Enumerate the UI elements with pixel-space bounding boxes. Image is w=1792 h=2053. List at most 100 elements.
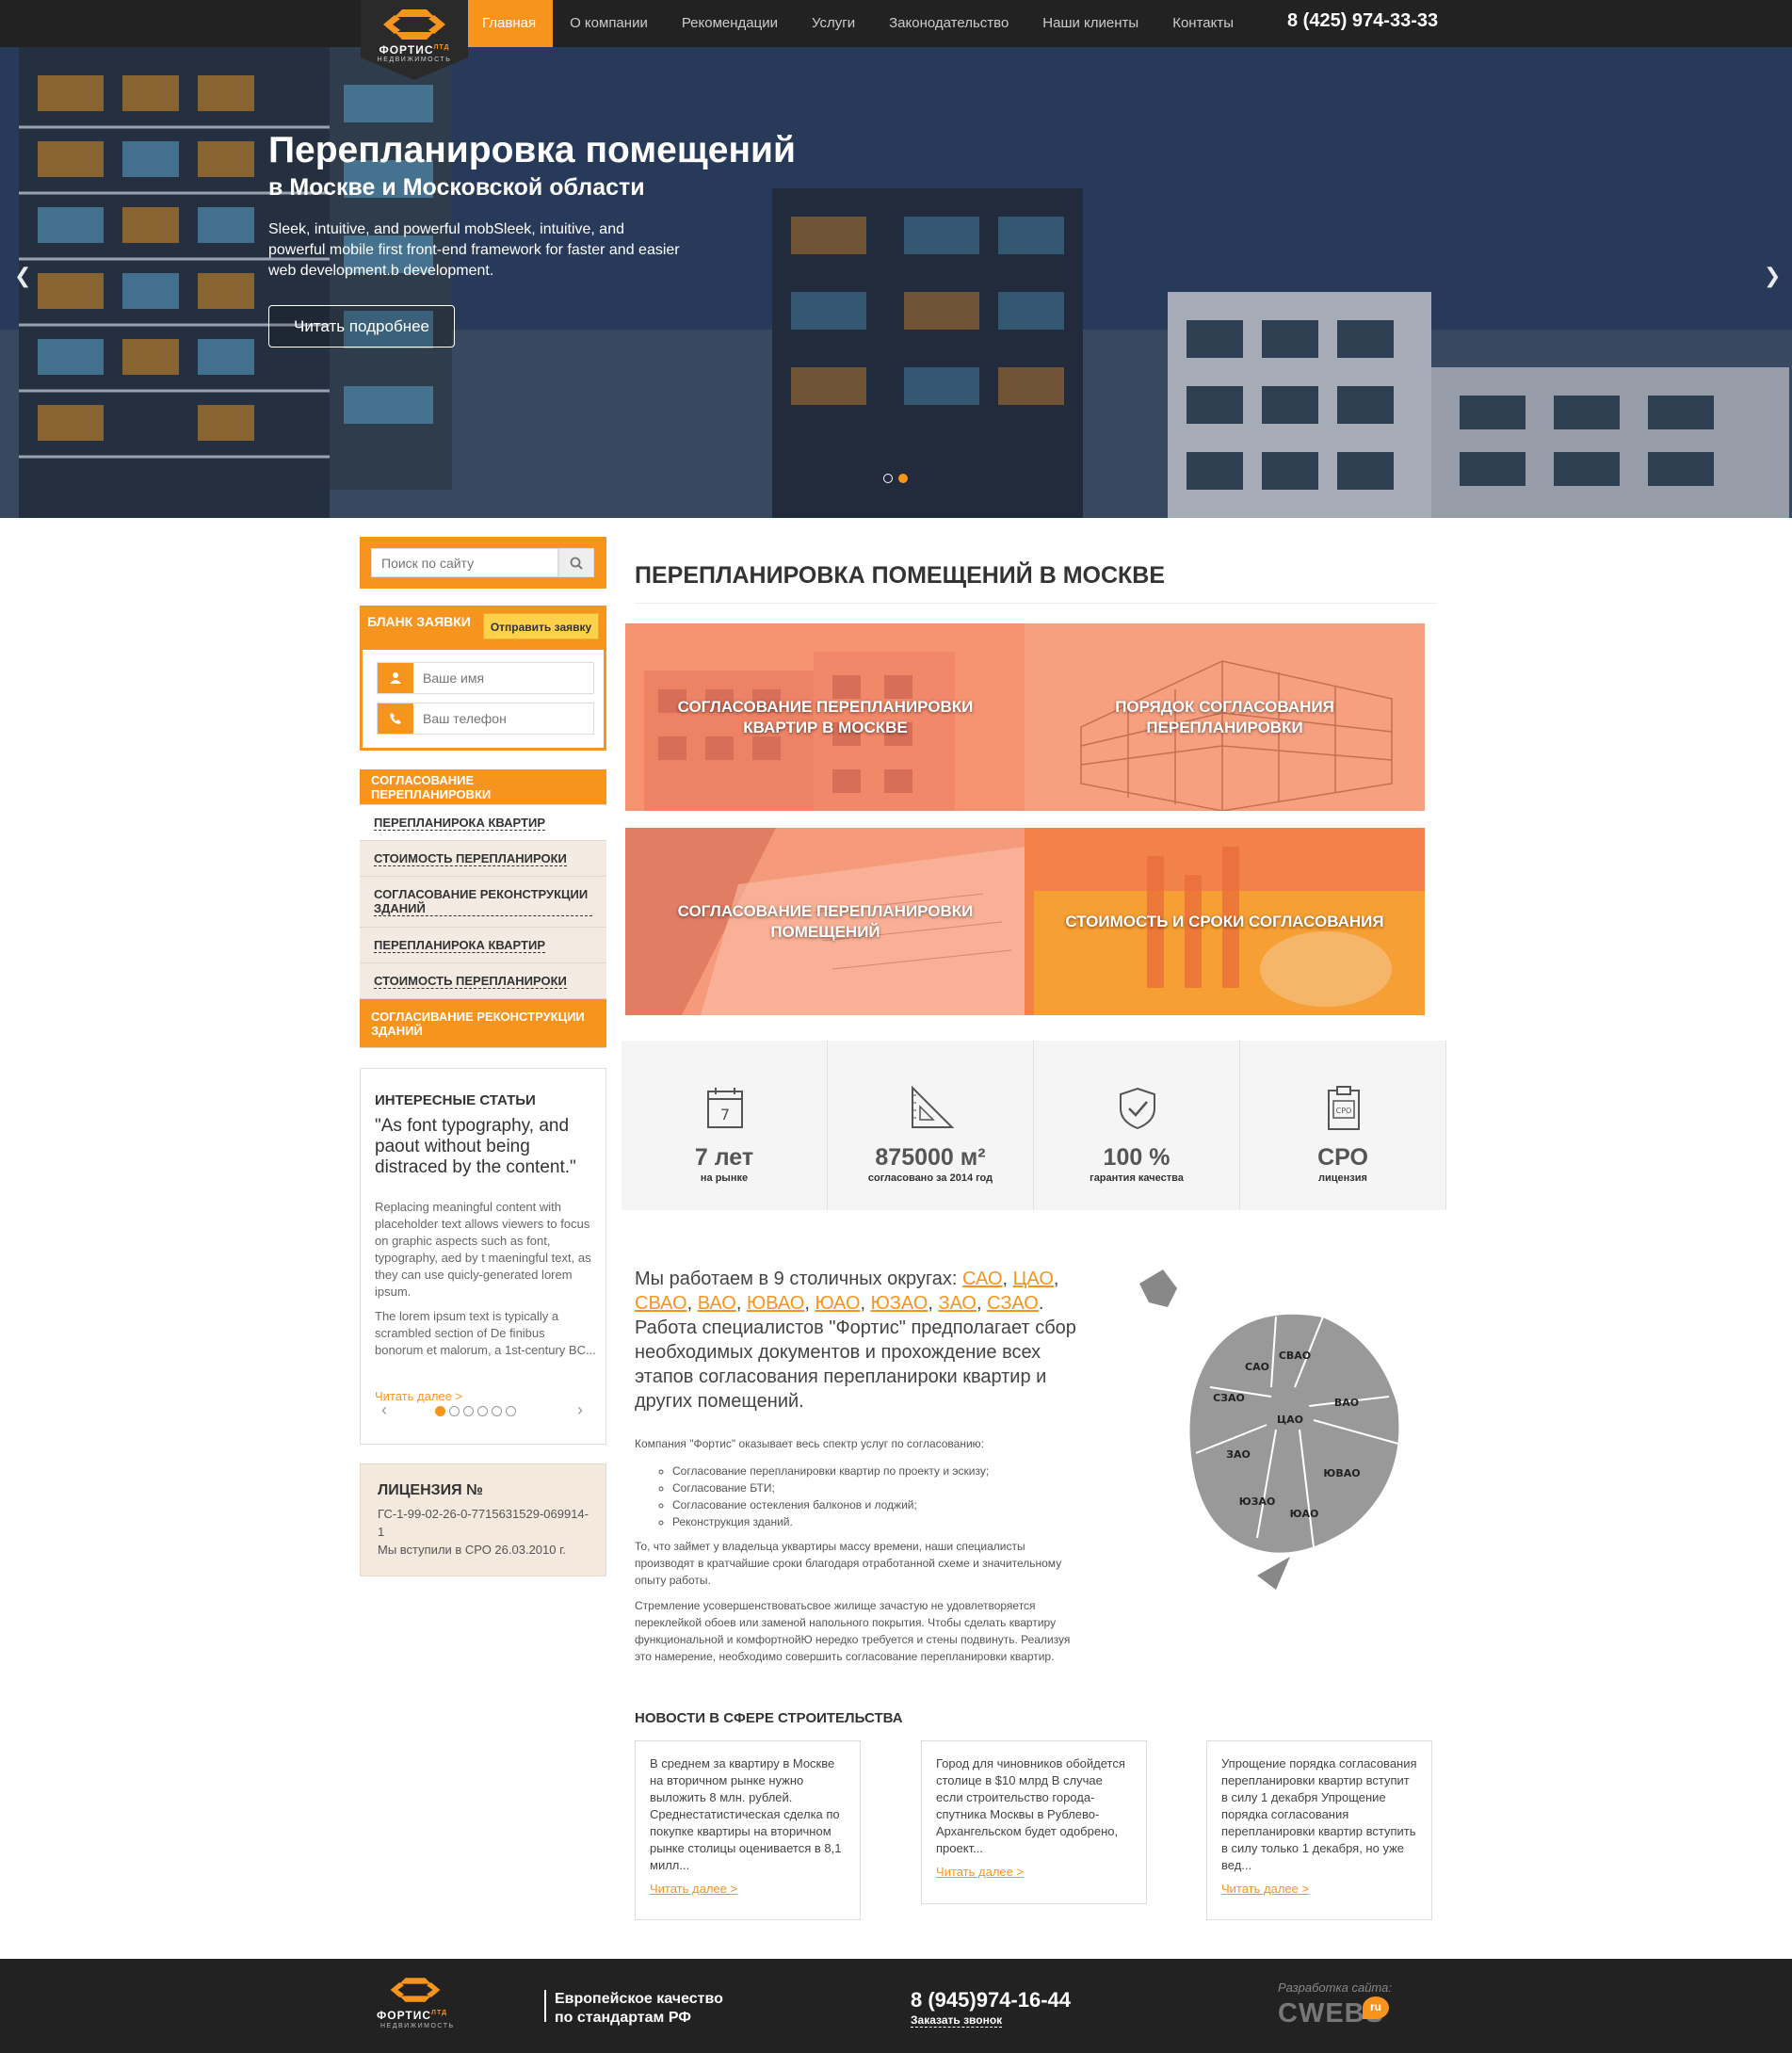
- svg-text:СРО: СРО: [1336, 1107, 1352, 1115]
- district-link[interactable]: ВАО: [698, 1293, 736, 1314]
- district-link[interactable]: СЗАО: [987, 1293, 1039, 1314]
- name-input[interactable]: [413, 663, 593, 693]
- search-icon: [570, 557, 583, 570]
- logo-mark-icon: [383, 9, 445, 40]
- map-label-yuvao: ЮВАО: [1323, 1467, 1360, 1479]
- district-link[interactable]: СВАО: [635, 1293, 687, 1314]
- prev-article-icon[interactable]: ‹: [381, 1400, 387, 1420]
- list-item: Согласование остекления балконов и лоджи…: [672, 1496, 989, 1513]
- search-input[interactable]: [371, 548, 558, 577]
- footer-logo-subtitle: НЕДВИЖИМОСТЬ: [380, 2023, 455, 2029]
- stat-license: СРО СРО лицензия: [1240, 1041, 1446, 1210]
- district-link[interactable]: ЮЗАО: [871, 1293, 928, 1314]
- order-form: БЛАНК ЗАЯВКИ Отправить заявку: [360, 606, 606, 751]
- slider-dot-active[interactable]: [898, 474, 908, 483]
- list-item: Согласование БТИ;: [672, 1479, 989, 1496]
- map-label-zao: ЗАО: [1226, 1448, 1251, 1461]
- article-dot[interactable]: [477, 1406, 488, 1416]
- svg-text:7: 7: [720, 1106, 730, 1123]
- news-text: Упрощение порядка согласования переплани…: [1221, 1756, 1417, 1872]
- article-dot[interactable]: [506, 1406, 516, 1416]
- news-read-more-link[interactable]: Читать далее >: [936, 1865, 1024, 1879]
- tile-label: СОГЛАСОВАНИЕ ПЕРЕПЛАНИРОВКИ ПОМЕЩЕНИЙ: [677, 901, 974, 941]
- news-card: Упрощение порядка согласования переплани…: [1206, 1740, 1432, 1920]
- map-label-svao: СВАО: [1279, 1350, 1311, 1362]
- articles-title: ИНТЕРЕСНЫЕ СТАТЬИ: [375, 1092, 536, 1108]
- phone-input[interactable]: [413, 703, 593, 734]
- tile-label: СТОИМОСТЬ И СРОКИ СОГЛАСОВАНИЯ: [1065, 912, 1384, 930]
- district-link[interactable]: ЮВАО: [747, 1293, 804, 1314]
- footer: ФОРТИСЛТД НЕДВИЖИМОСТЬ Европейское качес…: [0, 1959, 1792, 2053]
- district-link[interactable]: ЦАО: [1013, 1269, 1054, 1289]
- sidebar-item-apartment-replanning-2[interactable]: ПЕРЕПЛАНИРОКА КВАРТИР: [360, 928, 606, 963]
- district-link[interactable]: ЮАО: [815, 1293, 860, 1314]
- logo-subtitle: НЕДВИЖИМОСТЬ: [377, 57, 452, 63]
- footer-logo-name: ФОРТИСЛТД: [377, 2009, 448, 2022]
- footer-slogan: Европейское качество по стандартам РФ: [555, 1991, 723, 2026]
- nav-item-contacts[interactable]: Контакты: [1155, 0, 1251, 47]
- nav-item-about[interactable]: О компании: [553, 0, 665, 47]
- news-read-more-link[interactable]: Читать далее >: [1221, 1882, 1309, 1896]
- search-button[interactable]: [558, 548, 594, 577]
- sidebar-item-apartment-replanning[interactable]: ПЕРЕПЛАНИРОКА КВАРТИР: [360, 805, 606, 841]
- stats-row: 7 7 лет на рынке 875000 м² согласовано з…: [622, 1041, 1446, 1210]
- district-link[interactable]: САО: [962, 1269, 1002, 1289]
- article-dot[interactable]: [492, 1406, 502, 1416]
- next-slide-icon[interactable]: ❯: [1764, 264, 1781, 288]
- sidebar-item-reconstruction[interactable]: СОГЛАСОВАНИЕ РЕКОНСТРУКЦИИ ЗДАНИЙ: [360, 877, 606, 928]
- map-outlier-zelenograd: [1139, 1269, 1177, 1307]
- article-dot[interactable]: [463, 1406, 474, 1416]
- hero-text: Sleek, intuitive, and powerful mobSleek,…: [268, 221, 680, 279]
- request-call-link[interactable]: Заказать звонок: [911, 2013, 1003, 2028]
- map-label-vao: ВАО: [1334, 1397, 1359, 1409]
- prev-slide-icon[interactable]: ❮: [14, 264, 31, 288]
- nav-item-recommendations[interactable]: Рекомендации: [665, 0, 795, 47]
- article-read-more-link[interactable]: Читать далее >: [375, 1389, 462, 1403]
- phone-field: [377, 703, 594, 735]
- license-joined: Мы вступили в СРО 26.03.2010 г.: [378, 1543, 566, 1557]
- next-article-icon[interactable]: ›: [577, 1400, 583, 1420]
- district-link[interactable]: ЗАО: [938, 1293, 977, 1314]
- tile-apartment-approval[interactable]: СОГЛАСОВАНИЕ ПЕРЕПЛАНИРОВКИ КВАРТИР В МО…: [625, 623, 1025, 811]
- about-paragraph: То, что займет у владельца уквартиры мас…: [635, 1540, 1062, 1587]
- tile-approval-procedure[interactable]: ПОРЯДОК СОГЛАСОВАНИЯ ПЕРЕПЛАНИРОВКИ: [1025, 623, 1425, 811]
- news-text: В среднем за квартиру в Москве на вторич…: [650, 1756, 842, 1872]
- news-read-more-link[interactable]: Читать далее >: [650, 1882, 737, 1896]
- sidebar-item-reconstruction-2[interactable]: СОГЛАСИВАНИЕ РЕКОНСТРУКЦИИ ЗДАНИЙ: [360, 999, 606, 1048]
- slider-dot[interactable]: [883, 474, 893, 483]
- nav-item-home[interactable]: Главная: [465, 0, 554, 47]
- nav-item-legislation[interactable]: Законодательство: [872, 0, 1025, 47]
- tile-cost-and-terms[interactable]: СТОИМОСТЬ И СРОКИ СОГЛАСОВАНИЯ: [1025, 828, 1425, 1015]
- read-more-button[interactable]: Читать подробнее: [268, 305, 455, 348]
- developer-logo-badge: ru: [1363, 1996, 1389, 2019]
- sidebar-item-replanning-cost-2[interactable]: СТОИМОСТЬ ПЕРЕПЛАНИРОКИ: [360, 963, 606, 999]
- article-dot-active[interactable]: [435, 1406, 445, 1416]
- stat-value: 875000 м²: [875, 1144, 986, 1171]
- stat-value: 7 лет: [694, 1144, 754, 1171]
- header-phone[interactable]: 8 (425) 974-33-33: [1287, 10, 1438, 32]
- footer-phone[interactable]: 8 (945)974-16-44: [911, 1988, 1071, 2013]
- hero-subtitle: в Москве и Московской области: [268, 174, 645, 201]
- tile-premises-approval[interactable]: СОГЛАСОВАНИЕ ПЕРЕПЛАНИРОВКИ ПОМЕЩЕНИЙ: [625, 828, 1025, 1015]
- article-dots: [435, 1406, 516, 1416]
- sidebar-item-replanning-cost[interactable]: СТОИМОСТЬ ПЕРЕПЛАНИРОКИ: [360, 841, 606, 877]
- map-label-yuzao: ЮЗАО: [1239, 1495, 1276, 1508]
- license-box: ЛИЦЕНЗИЯ № ГС-1-99-02-26-0-7715631529-06…: [360, 1463, 606, 1576]
- send-order-button[interactable]: Отправить заявку: [483, 613, 599, 639]
- footer-logo-mark-icon: [390, 1978, 441, 2002]
- stat-area: 875000 м² согласовано за 2014 год: [828, 1041, 1034, 1210]
- article-paragraph: The lorem ipsum text is typically a scra…: [375, 1309, 596, 1357]
- news-section-title: НОВОСТИ В СФЕРЕ СТРОИТЕЛЬСТВА: [635, 1710, 903, 1726]
- nav-item-clients[interactable]: Наши клиенты: [1025, 0, 1155, 47]
- article-dot[interactable]: [449, 1406, 460, 1416]
- stat-label: гарантия качества: [1090, 1172, 1184, 1184]
- sidebar-item-approval[interactable]: СОГЛАСОВАНИЕ ПЕРЕПЛАНИРОВКИ: [360, 769, 606, 805]
- calendar-icon: 7: [707, 1088, 743, 1128]
- nav-item-services[interactable]: Услуги: [795, 0, 872, 47]
- shield-check-icon: [1120, 1087, 1155, 1130]
- moscow-districts-map: САО СВАО СЗАО ВАО ЦАО ЗАО ЮВАО ЮЗАО ЮАО: [1139, 1269, 1401, 1590]
- license-title: ЛИЦЕНЗИЯ №: [378, 1482, 483, 1498]
- map-label-szao: СЗАО: [1213, 1392, 1245, 1404]
- developer-label: Разработка сайта:: [1278, 1980, 1392, 1995]
- name-field: [377, 662, 594, 694]
